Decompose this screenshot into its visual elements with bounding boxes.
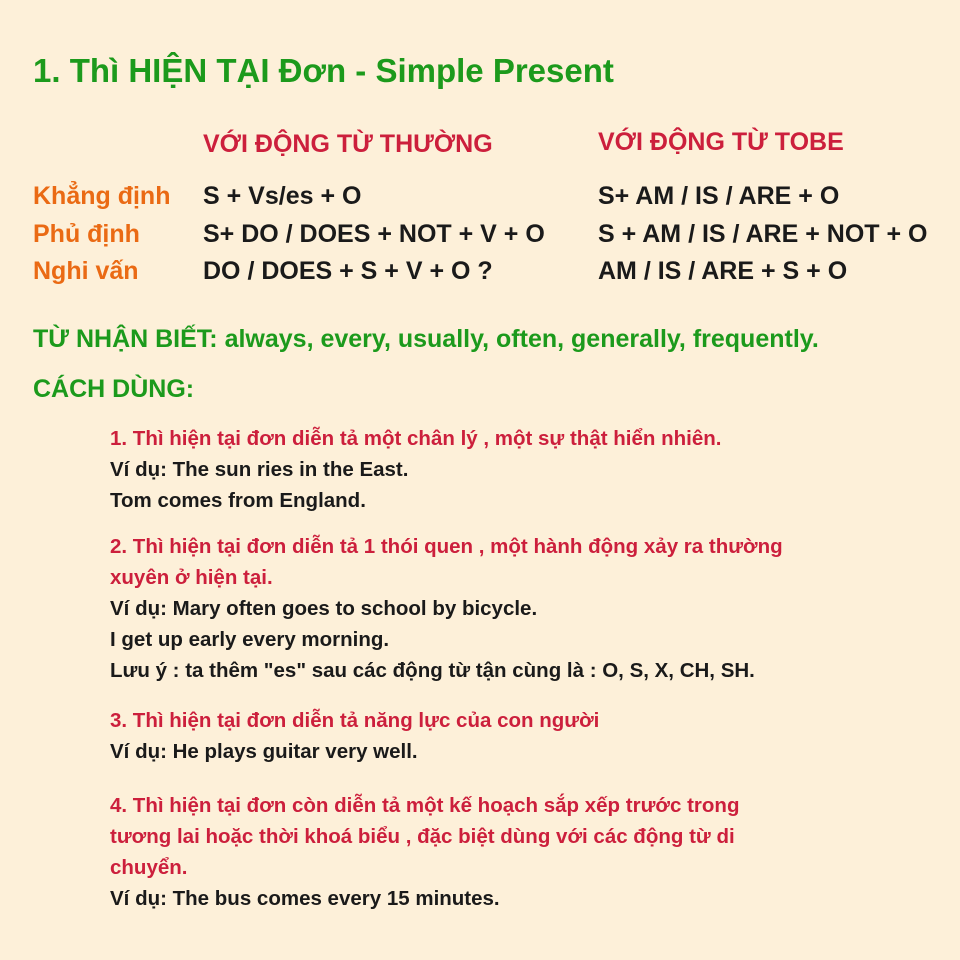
row-label-negative: Phủ định — [33, 220, 140, 248]
column-header-tobe-verbs: VỚI ĐỘNG TỪ TOBE — [598, 128, 844, 156]
signal-words: TỪ NHẬN BIẾT: always, every, usually, of… — [33, 325, 819, 353]
usage-4-heading-line: 4. Thì hiện tại đơn còn diễn tả một kế h… — [110, 794, 740, 817]
page-title: 1. Thì HIỆN TẠI Đơn - Simple Present — [33, 52, 614, 89]
formula-affirmative-tobe: S+ AM / IS / ARE + O — [598, 182, 840, 210]
usage-3-example-line: Ví dụ: He plays guitar very well. — [110, 740, 418, 763]
row-label-interrogative: Nghi vấn — [33, 257, 139, 285]
usage-4-heading-line: chuyển. — [110, 856, 188, 879]
usage-4-example-line: Ví dụ: The bus comes every 15 minutes. — [110, 887, 500, 910]
formula-negative-regular: S+ DO / DOES + NOT + V + O — [203, 220, 545, 248]
usage-heading: CÁCH DÙNG: — [33, 375, 195, 403]
usage-item-2: 2. Thì hiện tại đơn diễn tả 1 thói quen … — [110, 531, 783, 686]
usage-2-example-line: Ví dụ: Mary often goes to school by bicy… — [110, 597, 538, 620]
formula-interrogative-tobe: AM / IS / ARE + S + O — [598, 257, 848, 285]
column-header-regular-verbs: VỚI ĐỘNG TỪ THƯỜNG — [203, 130, 493, 158]
usage-1-heading-line: 1. Thì hiện tại đơn diễn tả một chân lý … — [110, 427, 722, 450]
usage-1-example-line: Ví dụ: The sun ries in the East. — [110, 458, 409, 481]
usage-item-1: 1. Thì hiện tại đơn diễn tả một chân lý … — [110, 423, 721, 516]
usage-item-4: 4. Thì hiện tại đơn còn diễn tả một kế h… — [110, 790, 739, 914]
formula-negative-tobe: S + AM / IS / ARE + NOT + O — [598, 220, 928, 248]
formula-affirmative-regular: S + Vs/es + O — [203, 182, 362, 210]
usage-item-3: 3. Thì hiện tại đơn diễn tả năng lực của… — [110, 705, 599, 767]
formula-interrogative-regular: DO / DOES + S + V + O ? — [203, 257, 493, 285]
usage-2-heading-line: 2. Thì hiện tại đơn diễn tả 1 thói quen … — [110, 535, 783, 558]
usage-2-heading-line: xuyên ở hiện tại. — [110, 566, 273, 589]
usage-2-example-line: I get up early every morning. — [110, 628, 390, 651]
usage-2-note-line: Lưu ý : ta thêm "es" sau các động từ tận… — [110, 659, 755, 682]
usage-1-example-line: Tom comes from England. — [110, 489, 366, 512]
row-label-affirmative: Khẳng định — [33, 182, 171, 210]
usage-3-heading-line: 3. Thì hiện tại đơn diễn tả năng lực của… — [110, 709, 600, 732]
usage-4-heading-line: tương lai hoặc thời khoá biểu , đặc biệt… — [110, 825, 735, 848]
